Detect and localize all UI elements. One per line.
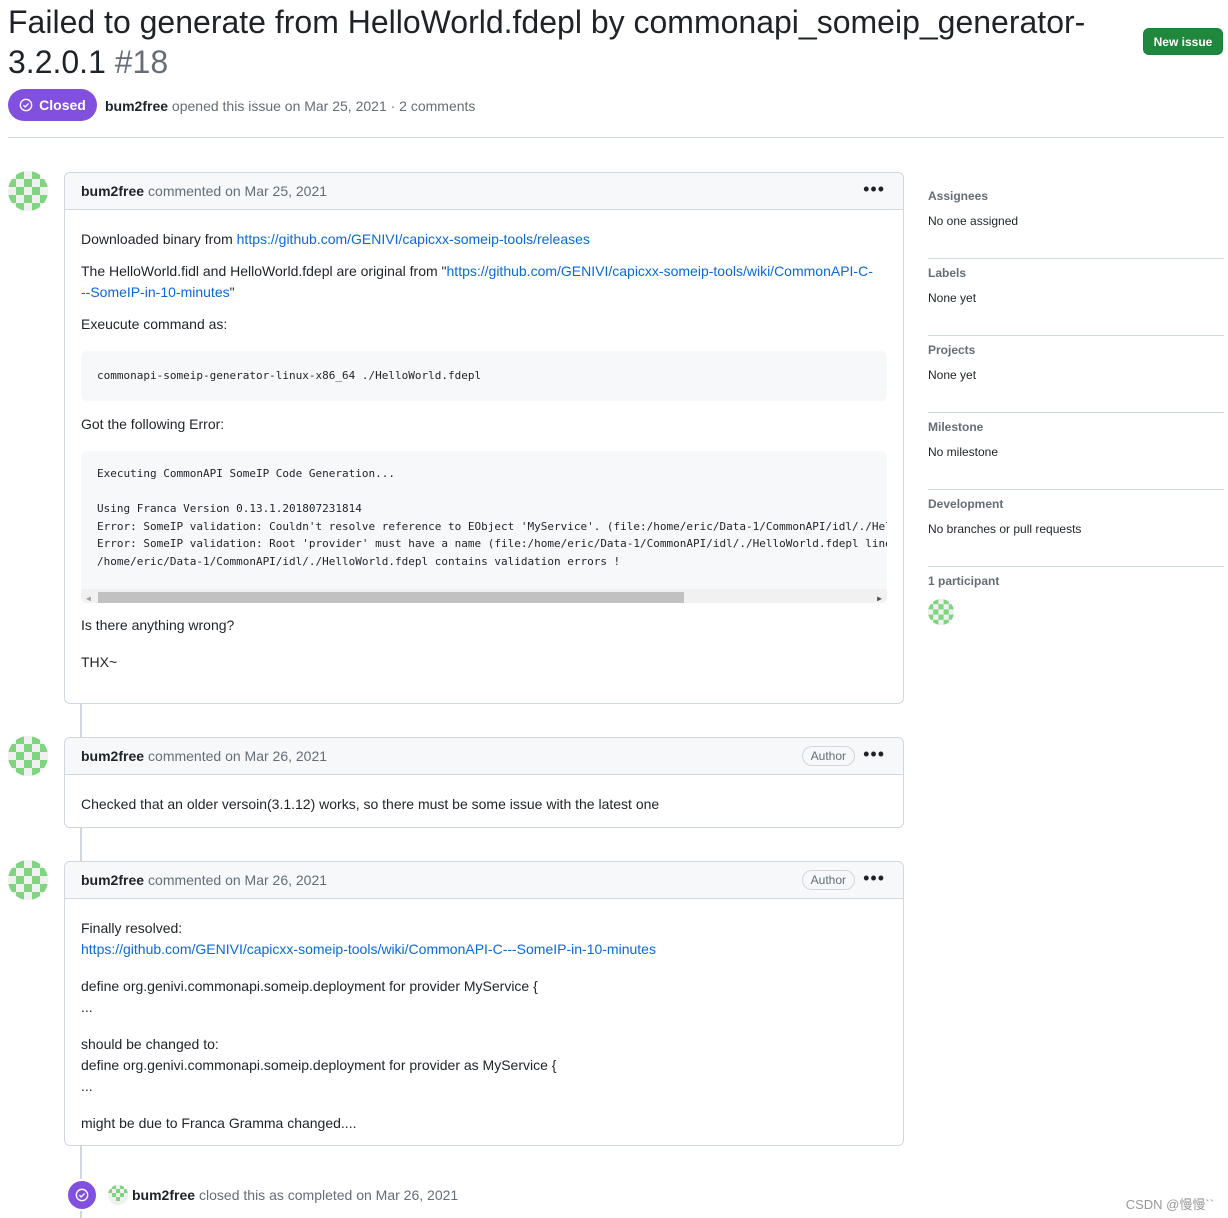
closed-event: bum2free closed this as completed on Mar… bbox=[66, 1179, 458, 1211]
releases-link[interactable]: https://github.com/GENIVI/capicxx-someip… bbox=[237, 231, 590, 247]
text: ... bbox=[81, 1078, 93, 1094]
sidebar-heading[interactable]: Milestone bbox=[928, 420, 1224, 434]
author-badge: Author bbox=[801, 746, 855, 766]
wiki-link[interactable]: https://github.com/GENIVI/capicxx-someip… bbox=[447, 263, 873, 279]
sidebar-labels[interactable]: Labels None yet bbox=[928, 259, 1224, 336]
sidebar-value: No branches or pull requests bbox=[928, 522, 1082, 536]
wiki-link-cont[interactable]: --SomeIP-in-10-minutes bbox=[81, 284, 230, 300]
issue-state-badge: Closed bbox=[8, 89, 97, 121]
avatar[interactable] bbox=[8, 860, 48, 900]
comment-header: bum2free commented on Mar 25, 2021 ••• bbox=[65, 173, 903, 210]
closed-event-badge bbox=[66, 1179, 98, 1211]
issue-sidebar: Assignees No one assigned Labels None ye… bbox=[928, 182, 1224, 644]
text: define org.genivi.commonapi.someip.deplo… bbox=[81, 1057, 557, 1073]
header-divider bbox=[8, 137, 1224, 138]
avatar[interactable] bbox=[8, 736, 48, 776]
scroll-thumb[interactable] bbox=[98, 592, 684, 603]
comment-paragraph: should be changed to: define org.genivi.c… bbox=[81, 1034, 887, 1097]
comment-paragraph: Got the following Error: bbox=[81, 416, 225, 432]
horizontal-scrollbar[interactable]: ◀ ▶ bbox=[81, 589, 887, 603]
scroll-left-arrow-icon[interactable]: ◀ bbox=[86, 590, 91, 603]
new-issue-button[interactable]: New issue bbox=[1143, 28, 1223, 55]
sidebar-value: None yet bbox=[928, 368, 977, 382]
issue-title-text: Failed to generate from HelloWorld.fdepl… bbox=[8, 4, 1086, 80]
sidebar-development[interactable]: Development No branches or pull requests bbox=[928, 490, 1224, 567]
comment-header: bum2free commented on Mar 26, 2021 Autho… bbox=[65, 738, 903, 775]
issue-state-label: Closed bbox=[39, 97, 86, 113]
sidebar-value: No one assigned bbox=[928, 214, 1019, 228]
comment-paragraph: Downloaded binary from https://github.co… bbox=[81, 229, 887, 250]
participant-avatar[interactable] bbox=[928, 599, 954, 625]
closed-event-author[interactable]: bum2free bbox=[132, 1187, 195, 1203]
issue-title: Failed to generate from HelloWorld.fdepl… bbox=[8, 2, 1128, 82]
comment-body: Checked that an older versoin(3.1.12) wo… bbox=[65, 775, 903, 825]
sidebar-assignees[interactable]: Assignees No one assigned bbox=[928, 182, 1224, 259]
comment-author-link[interactable]: bum2free bbox=[81, 748, 144, 764]
scroll-right-arrow-icon[interactable]: ▶ bbox=[877, 590, 882, 603]
check-circle-icon bbox=[75, 1188, 89, 1202]
sidebar-heading[interactable]: Assignees bbox=[928, 189, 1224, 203]
text: The HelloWorld.fidl and HelloWorld.fdepl… bbox=[81, 263, 447, 279]
timeline-line bbox=[80, 827, 82, 861]
comment-paragraph: Checked that an older versoin(3.1.12) wo… bbox=[81, 796, 660, 812]
comment-timestamp[interactable]: commented on Mar 25, 2021 bbox=[148, 183, 327, 199]
comment-timestamp[interactable]: commented on Mar 26, 2021 bbox=[148, 872, 327, 888]
comment-body: Finally resolved: https://github.com/GENI… bbox=[65, 899, 903, 1148]
code-text: Executing CommonAPI SomeIP Code Generati… bbox=[97, 467, 887, 568]
comment-author-link[interactable]: bum2free bbox=[81, 872, 144, 888]
sidebar-value: No milestone bbox=[928, 445, 999, 459]
comment-header: bum2free commented on Mar 26, 2021 Autho… bbox=[65, 862, 903, 899]
comment-paragraph: THX~ bbox=[81, 654, 118, 670]
issue-meta-text: opened this issue on Mar 25, 2021 · 2 co… bbox=[171, 98, 476, 114]
more-options-icon[interactable]: ••• bbox=[863, 868, 885, 889]
text: Finally resolved: bbox=[81, 920, 183, 936]
more-options-icon[interactable]: ••• bbox=[863, 744, 885, 765]
code-block: commonapi-someip-generator-linux-x86_64 … bbox=[81, 351, 887, 401]
sidebar-milestone[interactable]: Milestone No milestone bbox=[928, 413, 1224, 490]
small-avatar[interactable] bbox=[108, 1185, 128, 1205]
closed-event-text: bum2free closed this as completed on Mar… bbox=[108, 1185, 458, 1205]
sidebar-heading[interactable]: Labels bbox=[928, 266, 1224, 280]
sidebar-projects[interactable]: Projects None yet bbox=[928, 336, 1224, 413]
more-options-icon[interactable]: ••• bbox=[863, 179, 885, 200]
closed-event-label: closed this as completed on Mar 26, 2021 bbox=[199, 1187, 459, 1203]
comment-paragraph: Finally resolved: https://github.com/GENI… bbox=[81, 918, 887, 960]
comment-card: bum2free commented on Mar 25, 2021 ••• D… bbox=[64, 172, 904, 704]
sidebar-heading: 1 participant bbox=[928, 574, 1000, 588]
comment-card: bum2free commented on Mar 26, 2021 Autho… bbox=[64, 737, 904, 828]
code-block-error[interactable]: Executing CommonAPI SomeIP Code Generati… bbox=[81, 451, 887, 603]
timeline-line bbox=[80, 703, 82, 737]
comment-paragraph: The HelloWorld.fidl and HelloWorld.fdepl… bbox=[81, 261, 887, 303]
sidebar-heading[interactable]: Development bbox=[928, 497, 1224, 511]
sidebar-participants: 1 participant bbox=[928, 567, 1224, 644]
comment-body: Downloaded binary from https://github.co… bbox=[65, 210, 903, 687]
comment-author-link[interactable]: bum2free bbox=[81, 183, 144, 199]
check-circle-icon bbox=[19, 98, 33, 112]
comment-paragraph: Is there anything wrong? bbox=[81, 617, 235, 633]
author-badge: Author bbox=[801, 870, 855, 890]
comment-paragraph: might be due to Franca Gramma changed...… bbox=[81, 1115, 357, 1131]
watermark: CSDN @慢慢`` bbox=[1125, 1197, 1214, 1212]
text: should be changed to: bbox=[81, 1036, 219, 1052]
sidebar-heading[interactable]: Projects bbox=[928, 343, 1224, 357]
comment-timestamp[interactable]: commented on Mar 26, 2021 bbox=[148, 748, 327, 764]
comment-card: bum2free commented on Mar 26, 2021 Autho… bbox=[64, 861, 904, 1146]
issue-number: #18 bbox=[114, 44, 169, 80]
issue-meta: bum2free opened this issue on Mar 25, 20… bbox=[105, 98, 475, 114]
comment-paragraph: define org.genivi.commonapi.someip.deplo… bbox=[81, 976, 887, 1018]
text: Downloaded binary from bbox=[81, 231, 237, 247]
wiki-link[interactable]: https://github.com/GENIVI/capicxx-someip… bbox=[81, 941, 656, 957]
sidebar-value: None yet bbox=[928, 291, 977, 305]
text: ... bbox=[81, 999, 93, 1015]
text: " bbox=[229, 284, 235, 300]
text: define org.genivi.commonapi.someip.deplo… bbox=[81, 978, 538, 994]
avatar[interactable] bbox=[8, 171, 48, 211]
comment-paragraph: Exeucute command as: bbox=[81, 316, 228, 332]
issue-author-link[interactable]: bum2free bbox=[105, 98, 168, 114]
